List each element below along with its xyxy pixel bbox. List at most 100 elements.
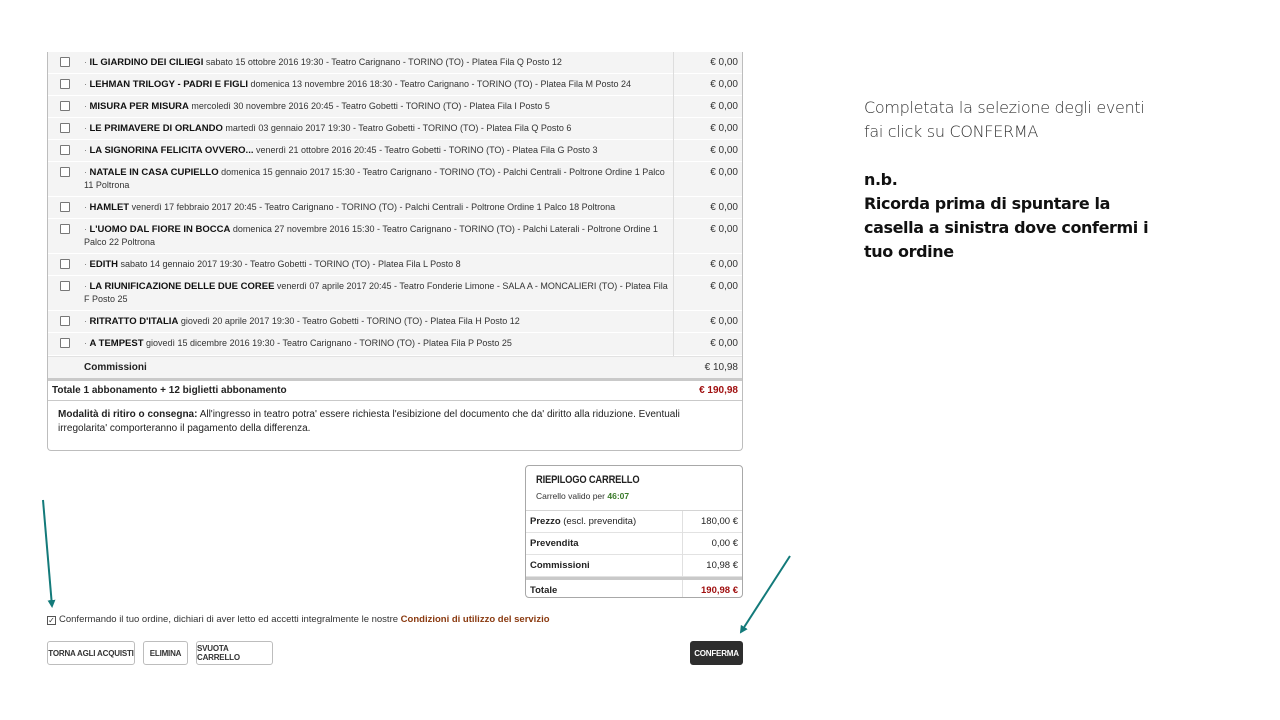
- ticket-row: · MISURA PER MISURA mercoledì 30 novembr…: [48, 96, 742, 118]
- ticket-detail: sabato 14 gennaio 2017 19:30 - Teatro Go…: [118, 259, 461, 269]
- checkbox-empty-icon[interactable]: [60, 202, 70, 212]
- ticket-description: · MISURA PER MISURA mercoledì 30 novembr…: [84, 100, 670, 113]
- ticket-description: · NATALE IN CASA CUPIELLO domenica 15 ge…: [84, 166, 670, 192]
- ticket-price: € 0,00: [710, 316, 738, 327]
- ticket-title: LE PRIMAVERE DI ORLANDO: [89, 123, 223, 134]
- commissions-label: Commissioni: [84, 362, 147, 373]
- ticket-price: € 0,00: [710, 281, 738, 292]
- cart-row-commissions: Commissioni 10,98 €: [526, 555, 742, 577]
- ticket-title: LA SIGNORINA FELICITA OVVERO...: [89, 145, 254, 156]
- cart-timer: 46:07: [607, 491, 630, 501]
- ticket-title: LEHMAN TRILOGY - PADRI E FIGLI: [89, 79, 249, 90]
- total-value: € 190,98: [699, 385, 738, 396]
- ticket-price: € 0,00: [710, 101, 738, 112]
- ticket-price: € 0,00: [710, 57, 738, 68]
- cart-title: RIEPILOGO CARRELLO: [536, 474, 640, 486]
- checkbox-checked-icon[interactable]: ✓: [47, 616, 56, 625]
- ticket-detail: domenica 13 novembre 2016 18:30 - Teatro…: [248, 79, 632, 89]
- delivery-label: Modalità di ritiro o consegna:: [58, 409, 198, 420]
- ticket-title: EDITH: [89, 259, 119, 270]
- ticket-price: € 0,00: [710, 123, 738, 134]
- terms-text: Confermando il tuo ordine, dichiari di a…: [59, 614, 399, 625]
- delete-button[interactable]: ELIMINA: [143, 641, 188, 665]
- ticket-row: · LEHMAN TRILOGY - PADRI E FIGLI domenic…: [48, 74, 742, 96]
- ticket-description: · LA SIGNORINA FELICITA OVVERO... venerd…: [84, 144, 670, 157]
- cart-row-label: Prezzo: [530, 516, 561, 527]
- ticket-price: € 0,00: [710, 224, 738, 235]
- cart-row-value: 180,00 €: [701, 516, 738, 527]
- ticket-price: € 0,00: [710, 259, 738, 270]
- arrow-pointer-icon: [739, 555, 791, 634]
- cart-divider: [682, 580, 683, 597]
- ticket-price: € 0,00: [710, 338, 738, 349]
- checkbox-empty-icon[interactable]: [60, 145, 70, 155]
- ticket-description: · A TEMPEST giovedì 15 dicembre 2016 19:…: [84, 337, 670, 350]
- commissions-row: Commissioni € 10,98: [48, 356, 742, 378]
- confirm-button[interactable]: CONFERMA: [690, 641, 743, 665]
- ticket-row: · HAMLET venerdì 17 febbraio 2017 20:45 …: [48, 197, 742, 219]
- cart-row-label-note: (escl. prevendita): [560, 516, 637, 527]
- terms-line: ✓ Confermando il tuo ordine, dichiari di …: [47, 614, 550, 625]
- cart-row-value: 10,98 €: [706, 560, 738, 571]
- checkbox-empty-icon[interactable]: [60, 224, 70, 234]
- ticket-title: A TEMPEST: [89, 338, 144, 349]
- ticket-row: · RITRATTO D'ITALIA giovedì 20 aprile 20…: [48, 311, 742, 333]
- ticket-description: · RITRATTO D'ITALIA giovedì 20 aprile 20…: [84, 315, 670, 328]
- cart-row-price: Prezzo (escl. prevendita) 180,00 €: [526, 511, 742, 533]
- order-panel: · IL GIARDINO DEI CILIEGI sabato 15 otto…: [47, 52, 743, 451]
- empty-cart-button[interactable]: SVUOTA CARRELLO: [196, 641, 273, 665]
- cart-row-value: 0,00 €: [711, 538, 738, 549]
- ticket-detail: giovedì 20 aprile 2017 19:30 - Teatro Go…: [178, 316, 520, 326]
- ticket-detail: venerdì 21 ottobre 2016 20:45 - Teatro G…: [253, 145, 598, 155]
- checkbox-empty-icon[interactable]: [60, 79, 70, 89]
- ticket-row: · LA RIUNIFICAZIONE DELLE DUE COREE vene…: [48, 276, 742, 311]
- cart-divider: [682, 511, 683, 533]
- ticket-price: € 0,00: [710, 145, 738, 156]
- ticket-description: · EDITH sabato 14 gennaio 2017 19:30 - T…: [84, 258, 670, 271]
- ticket-row: · LE PRIMAVERE DI ORLANDO martedì 03 gen…: [48, 118, 742, 140]
- ticket-description: · LE PRIMAVERE DI ORLANDO martedì 03 gen…: [84, 122, 670, 135]
- top-cut-area: [0, 0, 1280, 56]
- checkbox-empty-icon[interactable]: [60, 259, 70, 269]
- ticket-title: MISURA PER MISURA: [89, 101, 189, 112]
- ticket-detail: venerdì 17 febbraio 2017 20:45 - Teatro …: [129, 202, 616, 212]
- ticket-title: IL GIARDINO DEI CILIEGI: [89, 57, 204, 68]
- cart-total-label: Totale: [530, 585, 558, 596]
- ticket-price: € 0,00: [710, 79, 738, 90]
- ticket-description: · LA RIUNIFICAZIONE DELLE DUE COREE vene…: [84, 280, 670, 306]
- checkbox-empty-icon[interactable]: [60, 123, 70, 133]
- commissions-value: € 10,98: [704, 362, 738, 373]
- checkbox-empty-icon[interactable]: [60, 101, 70, 111]
- cart-row-label: Commissioni: [530, 560, 590, 571]
- ticket-price: € 0,00: [710, 167, 738, 178]
- cart-divider: [682, 533, 683, 555]
- checkbox-empty-icon[interactable]: [60, 338, 70, 348]
- ticket-description: · HAMLET venerdì 17 febbraio 2017 20:45 …: [84, 201, 670, 214]
- ticket-title: HAMLET: [89, 202, 130, 213]
- ticket-title: NATALE IN CASA CUPIELLO: [89, 167, 219, 178]
- ticket-detail: mercoledì 30 novembre 2016 20:45 - Teatr…: [188, 101, 550, 111]
- cart-divider: [682, 555, 683, 577]
- ticket-title: LA RIUNIFICAZIONE DELLE DUE COREE: [89, 281, 275, 292]
- cart-validity-label: Carrello valido per: [536, 491, 605, 501]
- instruction-note: Completata la selezione degli eventi fai…: [864, 98, 1145, 141]
- arrow-pointer-icon: [42, 499, 56, 608]
- terms-link[interactable]: Condizioni di utilizzo del servizio: [401, 614, 550, 625]
- checkbox-empty-icon[interactable]: [60, 57, 70, 67]
- ticket-description: · IL GIARDINO DEI CILIEGI sabato 15 otto…: [84, 56, 670, 69]
- nb-text: Ricorda prima di spuntare la casella a s…: [864, 194, 1149, 261]
- cart-total-value: 190,98 €: [701, 585, 738, 596]
- cart-row-presale: Prevendita 0,00 €: [526, 533, 742, 555]
- back-to-shopping-button[interactable]: TORNA AGLI ACQUISTI: [47, 641, 135, 665]
- checkbox-empty-icon[interactable]: [60, 316, 70, 326]
- price-column-divider: [673, 52, 674, 378]
- cart-table: Prezzo (escl. prevendita) 180,00 € Preve…: [526, 510, 742, 597]
- total-label: Totale 1 abbonamento + 12 biglietti abbo…: [52, 385, 287, 396]
- cart-row-total: Totale 190,98 €: [526, 577, 742, 597]
- cart-row-label: Prevendita: [530, 538, 579, 549]
- ticket-description: · L'UOMO DAL FIORE IN BOCCA domenica 27 …: [84, 223, 670, 249]
- cart-validity: Carrello valido per 46:07: [536, 491, 629, 501]
- checkbox-empty-icon[interactable]: [60, 167, 70, 177]
- cart-summary: RIEPILOGO CARRELLO Carrello valido per 4…: [525, 465, 743, 598]
- checkbox-empty-icon[interactable]: [60, 281, 70, 291]
